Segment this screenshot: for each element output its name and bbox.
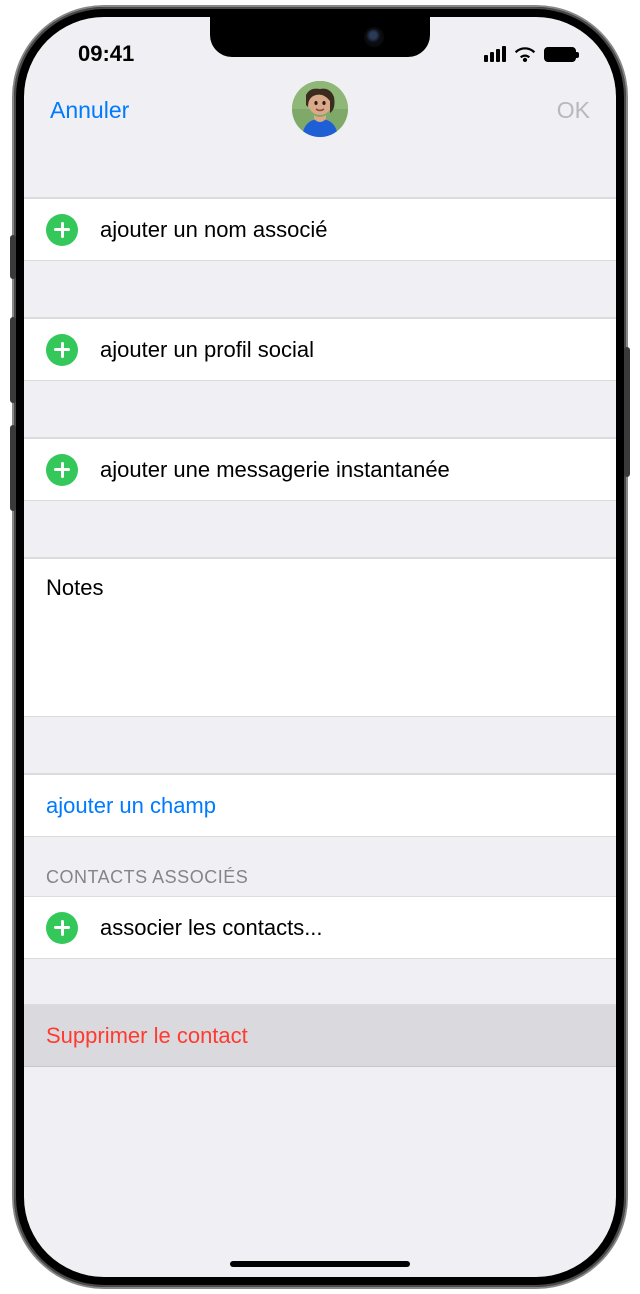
- add-social-profile-row[interactable]: ajouter un profil social: [24, 318, 616, 380]
- content-scroll[interactable]: ajouter un nom associé ajouter un profil…: [24, 155, 616, 1277]
- contact-avatar[interactable]: [292, 81, 348, 137]
- front-camera: [366, 29, 382, 45]
- link-contacts-row[interactable]: associer les contacts...: [24, 896, 616, 958]
- volume-up-button: [10, 317, 16, 403]
- section-gap: [24, 958, 616, 1004]
- row-label: ajouter une messagerie instantanée: [100, 457, 594, 483]
- cellular-icon: [484, 46, 506, 62]
- section-gap: [24, 500, 616, 558]
- volume-down-button: [10, 425, 16, 511]
- add-icon: [46, 912, 78, 944]
- section-header-wrap: CONTACTS ASSOCIÉS: [24, 836, 616, 896]
- iphone-device-frame: 09:41 Annuler: [14, 7, 626, 1287]
- wifi-icon: [514, 46, 536, 62]
- add-related-name-row[interactable]: ajouter un nom associé: [24, 198, 616, 260]
- add-icon: [46, 334, 78, 366]
- status-time: 09:41: [78, 41, 134, 67]
- delete-contact-row[interactable]: Supprimer le contact: [24, 1004, 616, 1066]
- row-label: ajouter un nom associé: [100, 217, 594, 243]
- power-button: [624, 347, 630, 477]
- home-indicator[interactable]: [230, 1261, 410, 1267]
- notes-field[interactable]: Notes: [24, 558, 616, 716]
- row-label: ajouter un champ: [46, 793, 594, 819]
- section-gap: [24, 380, 616, 438]
- add-icon: [46, 214, 78, 246]
- row-label: associer les contacts...: [100, 915, 594, 941]
- bottom-gap: [24, 1066, 616, 1146]
- row-label: ajouter un profil social: [100, 337, 594, 363]
- battery-icon: [544, 47, 576, 62]
- notch: [210, 17, 430, 57]
- status-right: [484, 46, 576, 62]
- add-instant-message-row[interactable]: ajouter une messagerie instantanée: [24, 438, 616, 500]
- ok-button[interactable]: OK: [557, 97, 590, 124]
- screen: 09:41 Annuler: [24, 17, 616, 1277]
- nav-bar: Annuler OK: [24, 73, 616, 155]
- cancel-button[interactable]: Annuler: [50, 97, 129, 124]
- section-gap: [24, 260, 616, 318]
- linked-contacts-header: CONTACTS ASSOCIÉS: [24, 867, 270, 896]
- section-gap: [24, 716, 616, 774]
- mute-switch: [10, 235, 16, 279]
- section-gap: [24, 155, 616, 198]
- add-field-row[interactable]: ajouter un champ: [24, 774, 616, 836]
- add-icon: [46, 454, 78, 486]
- notes-label: Notes: [46, 575, 103, 601]
- row-label: Supprimer le contact: [46, 1023, 594, 1049]
